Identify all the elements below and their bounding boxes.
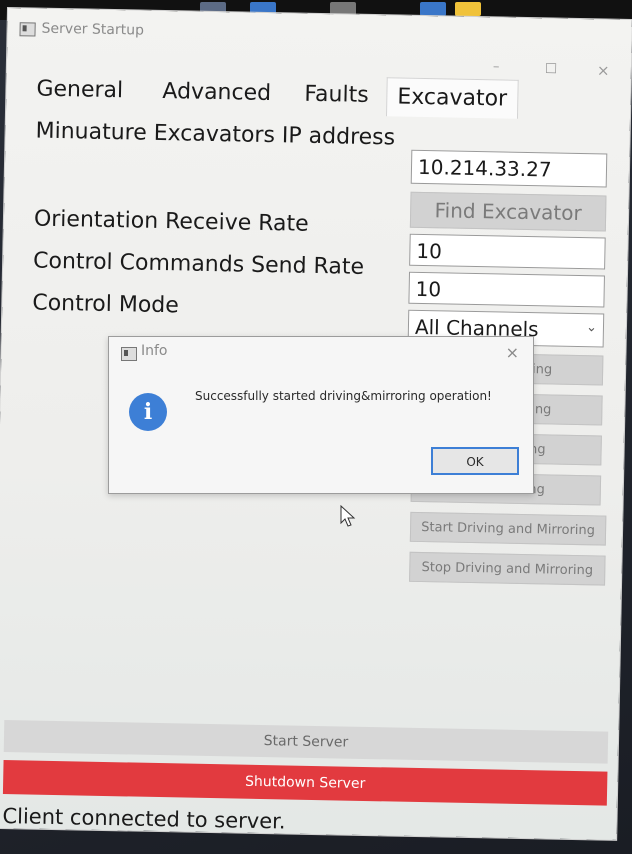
tab-general[interactable]: General bbox=[26, 70, 133, 110]
stop-driving-button[interactable]: Stop Driving and Mirroring bbox=[409, 551, 606, 586]
start-driving-button[interactable]: Start Driving and Mirroring bbox=[409, 511, 607, 546]
dialog-window-icon bbox=[121, 347, 137, 361]
orientation-rate-label: Orientation Receive Rate bbox=[33, 206, 309, 237]
information-icon: i bbox=[129, 393, 167, 431]
dialog-title: Info bbox=[141, 343, 168, 359]
shutdown-server-button[interactable]: Shutdown Server bbox=[2, 760, 608, 806]
tab-faults[interactable]: Faults bbox=[294, 76, 379, 116]
tab-advanced[interactable]: Advanced bbox=[152, 73, 281, 113]
taskbar-app-icon[interactable] bbox=[455, 2, 481, 16]
find-excavator-button[interactable]: Find Excavator bbox=[409, 191, 607, 232]
orientation-rate-input[interactable]: 10 bbox=[409, 233, 606, 270]
start-server-button[interactable]: Start Server bbox=[3, 720, 609, 764]
dialog-message: Successfully started driving&mirroring o… bbox=[195, 389, 492, 403]
chevron-down-icon: ⌄ bbox=[585, 320, 598, 336]
dialog-close-button[interactable]: × bbox=[506, 343, 519, 362]
tab-excavator[interactable]: Excavator bbox=[385, 77, 519, 119]
ok-button[interactable]: OK bbox=[431, 447, 519, 475]
window-title: Server Startup bbox=[41, 20, 145, 39]
taskbar-app-icon[interactable] bbox=[420, 2, 446, 16]
ip-address-input[interactable]: 10.214.33.27 bbox=[410, 149, 608, 188]
ip-address-label: Minuature Excavators IP address bbox=[35, 118, 396, 151]
tab-bar: General Advanced Faults Excavator bbox=[26, 70, 519, 119]
minimize-button[interactable]: – bbox=[493, 59, 500, 74]
control-rate-label: Control Commands Send Rate bbox=[32, 248, 365, 280]
close-button[interactable]: × bbox=[597, 61, 610, 79]
control-mode-label: Control Mode bbox=[32, 290, 180, 319]
control-rate-input[interactable]: 10 bbox=[408, 271, 605, 308]
app-window-icon bbox=[19, 22, 36, 37]
mouse-cursor-icon bbox=[340, 505, 356, 527]
info-dialog: Info × i Successfully started driving&mi… bbox=[108, 336, 534, 494]
maximize-button[interactable]: □ bbox=[545, 60, 558, 75]
